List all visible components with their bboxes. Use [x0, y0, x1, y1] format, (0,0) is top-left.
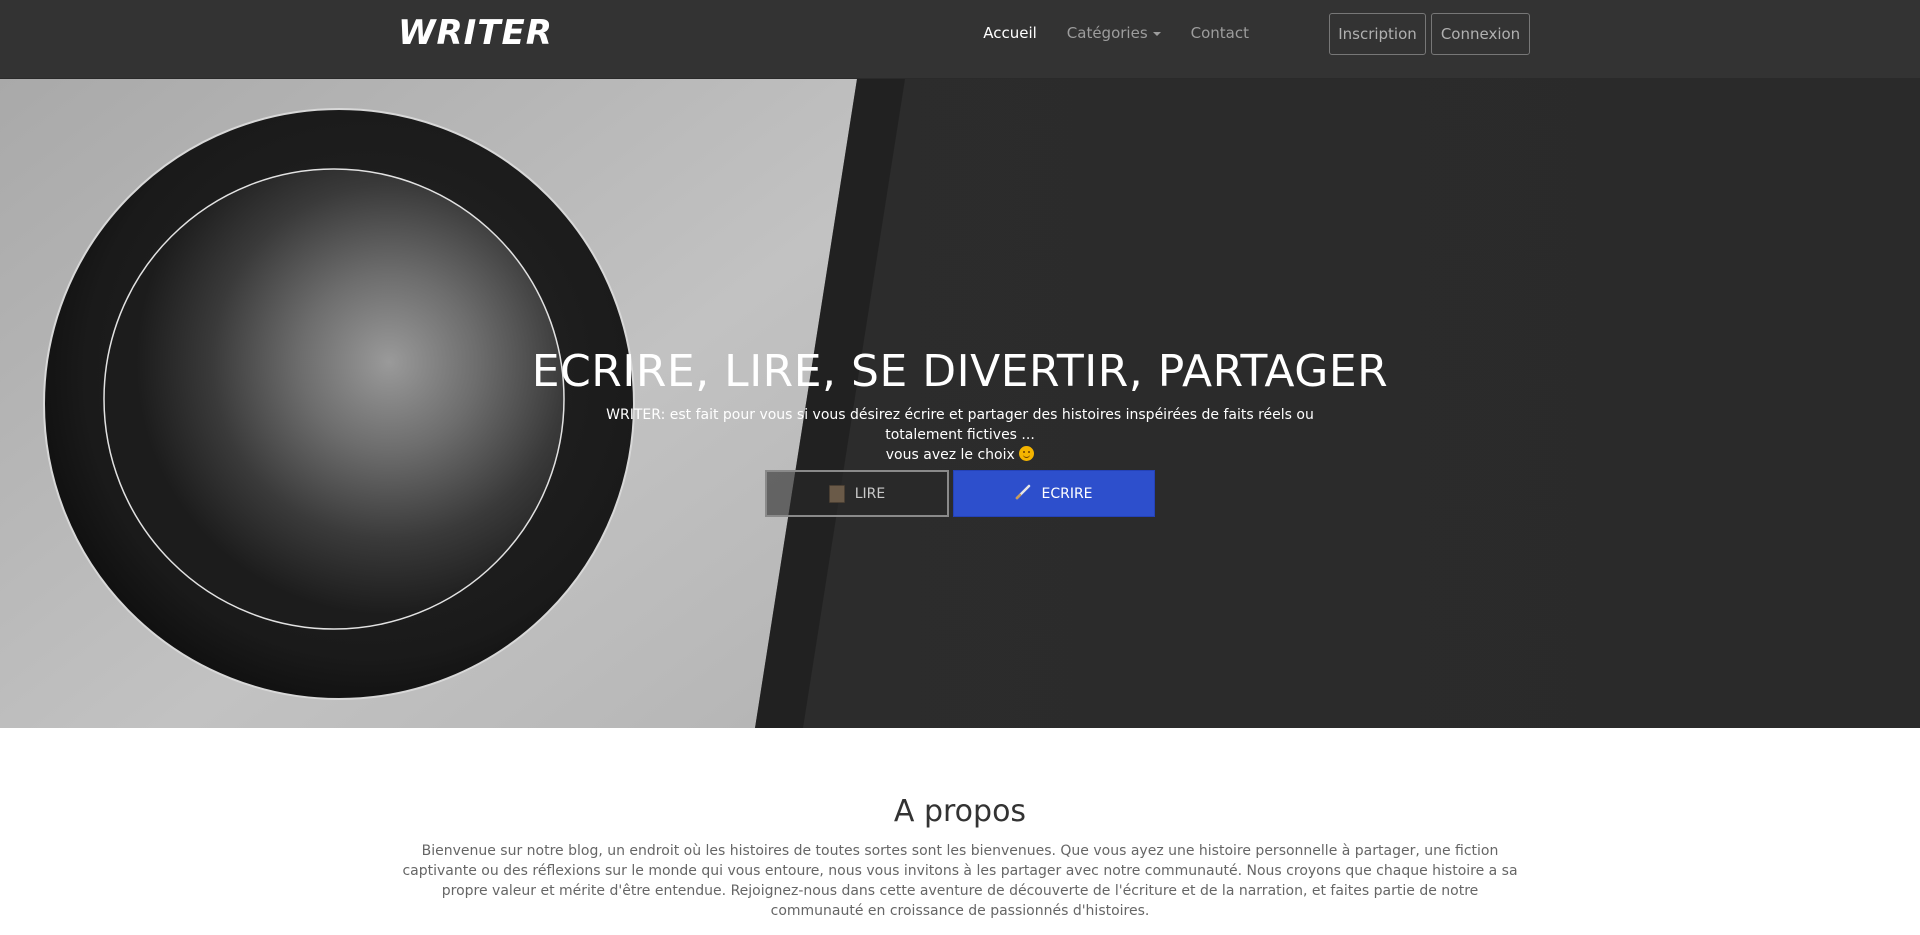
book-icon [828, 484, 845, 503]
nav-link-accueil[interactable]: Accueil [983, 0, 1037, 66]
hero-section: ECRIRE, LIRE, SE DIVERTIR, PARTAGER WRIT… [0, 79, 1920, 728]
caret-down-icon [1152, 31, 1161, 36]
about-title: A propos [893, 794, 1027, 829]
hero-subtitle-line2: vous avez le choix [885, 447, 1015, 463]
top-navbar: WRITER Accueil Catégories Contact Inscri… [0, 0, 1920, 79]
about-text: Bienvenue sur notre blog, un endroit où … [402, 843, 1518, 919]
login-button[interactable]: Connexion [1431, 13, 1530, 55]
hero-title: ECRIRE, LIRE, SE DIVERTIR, PARTAGER [531, 346, 1389, 397]
brand-logo[interactable]: WRITER [398, 16, 553, 50]
read-button[interactable]: LIRE [765, 470, 949, 517]
hero-subtitle-line1: WRITER: est fait pour vous si vous désir… [606, 407, 1314, 443]
hero-content: ECRIRE, LIRE, SE DIVERTIR, PARTAGER WRIT… [0, 79, 1920, 728]
signup-button[interactable]: Inscription [1329, 13, 1426, 55]
hero-subtitle: WRITER: est fait pour vous si vous désir… [578, 405, 1342, 465]
write-button-label: ECRIRE [1041, 485, 1093, 502]
nav-link-categories-label: Catégories [1066, 24, 1148, 42]
pen-icon [1015, 484, 1031, 504]
nav-links: Accueil Catégories Contact [953, 0, 1249, 66]
nav-link-contact[interactable]: Contact [1191, 0, 1249, 66]
smiling-face-icon [1019, 446, 1035, 461]
write-button[interactable]: ECRIRE [953, 470, 1155, 517]
nav-link-categories[interactable]: Catégories [1067, 0, 1161, 66]
read-button-label: LIRE [854, 485, 886, 502]
